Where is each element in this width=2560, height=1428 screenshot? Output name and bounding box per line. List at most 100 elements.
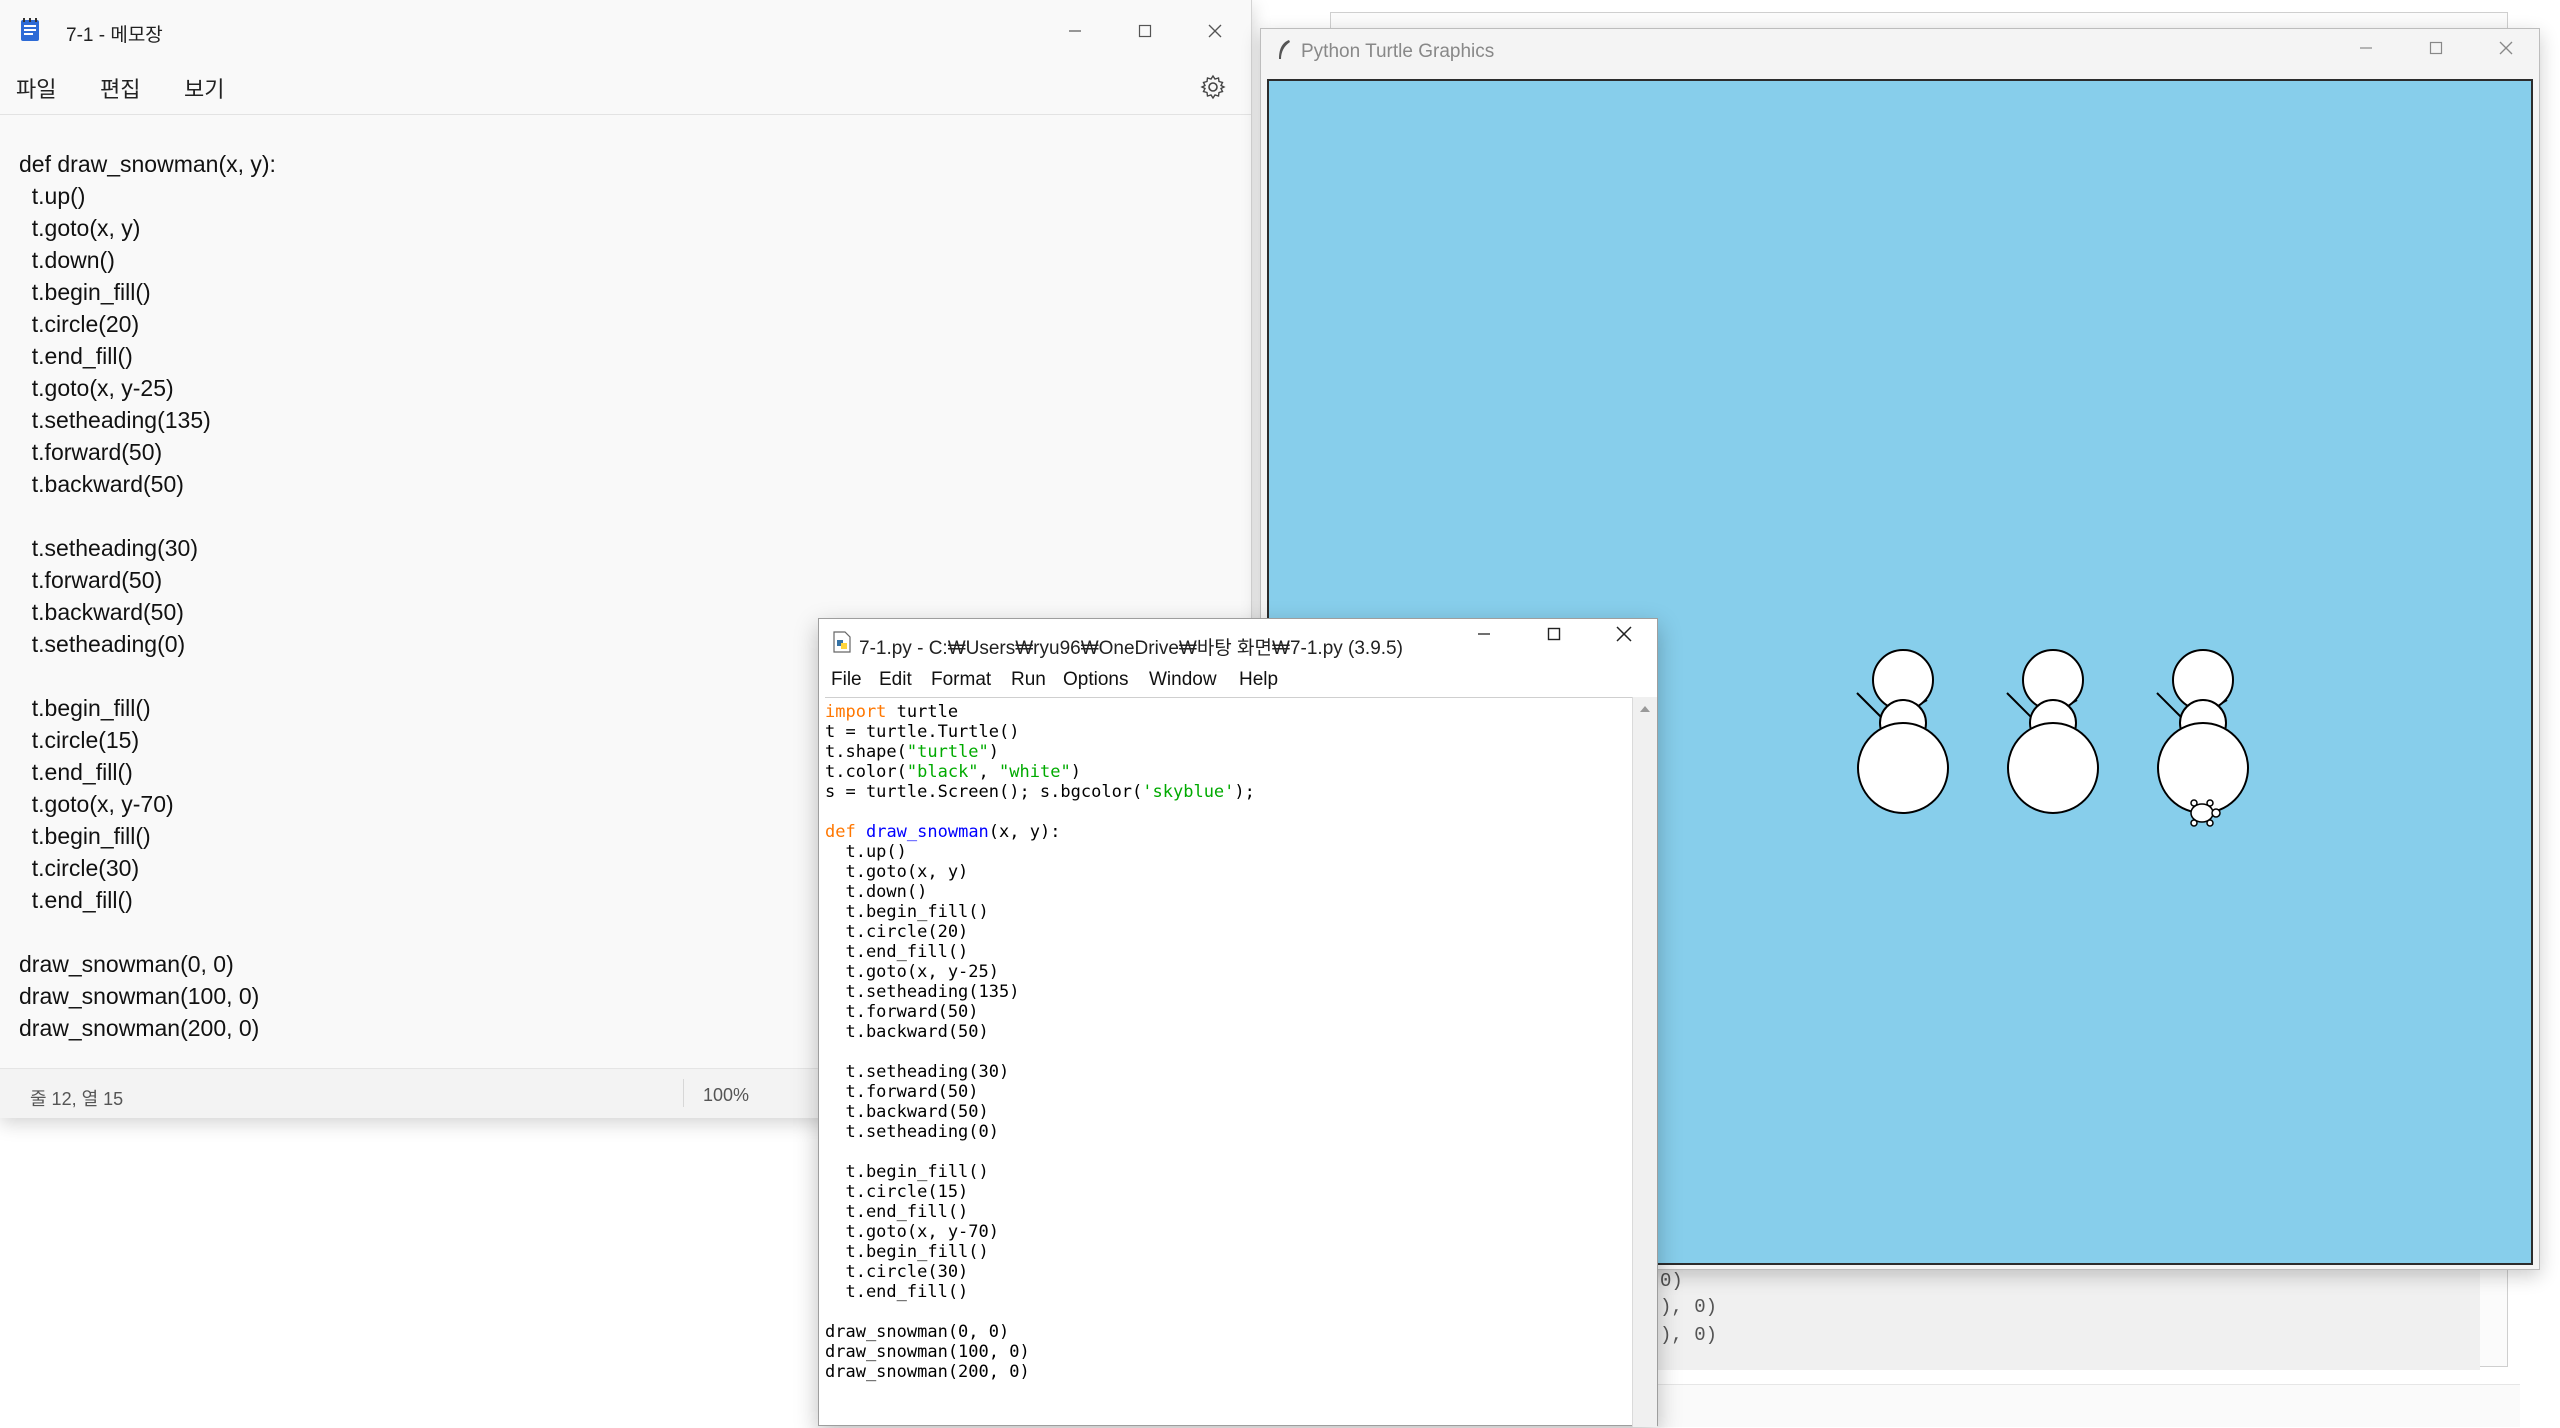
idle-code-line [825, 1142, 1255, 1162]
menu-file[interactable]: 파일 [16, 72, 56, 104]
idle-code-line: t.begin_fill() [825, 1242, 989, 1262]
menu-run[interactable]: Run [1011, 669, 1046, 691]
idle-code-line: t.begin_fill() [825, 1162, 989, 1182]
idle-code-line: t.end_fill() [825, 1282, 969, 1302]
idle-code-line: t.forward(50) [825, 1002, 979, 1022]
notepad-code-line: draw_snowman(0, 0) [19, 951, 234, 977]
snowman-drawing [2006, 649, 2099, 814]
notepad-code-line: t.circle(15) [19, 727, 140, 753]
status-separator [683, 1079, 684, 1107]
idle-close-button[interactable] [1589, 603, 1659, 665]
notepad-code-line: t.forward(50) [19, 439, 163, 465]
idle-code-line: t.up() [825, 842, 907, 862]
notepad-code-line: t.goto(x, y-70) [19, 791, 174, 817]
maximize-icon [2429, 41, 2443, 55]
notepad-title: 7-1 - 메모장 [66, 25, 163, 46]
feather-icon [1275, 39, 1293, 66]
background-code-fragment: ), 0) [1660, 1324, 1718, 1346]
idle-code-line: t.circle(30) [825, 1262, 969, 1282]
menu-file[interactable]: File [831, 669, 862, 691]
idle-window-title: 7-1.py - C:₩Users₩ryu96₩OneDrive₩바탕 화면₩7… [859, 638, 1403, 659]
notepad-minimize-button[interactable] [1040, 0, 1110, 62]
idle-maximize-button[interactable] [1519, 603, 1589, 665]
menu-edit[interactable]: Edit [879, 669, 912, 691]
notepad-code-line: t.begin_fill() [19, 823, 151, 849]
notepad-divider [0, 114, 1251, 115]
notepad-code-line: draw_snowman(200, 0) [19, 1015, 260, 1041]
maximize-icon [1138, 24, 1152, 38]
menu-options[interactable]: Options [1063, 669, 1128, 691]
close-icon [1208, 24, 1222, 38]
notepad-maximize-button[interactable] [1110, 0, 1180, 62]
notepad-code-line: t.goto(x, y-25) [19, 375, 174, 401]
idle-code-line: t.end_fill() [825, 1202, 969, 1222]
minimize-icon [2360, 47, 2372, 49]
notepad-close-button[interactable] [1180, 0, 1250, 62]
turtle-minimize-button[interactable] [2331, 17, 2401, 79]
idle-code-line [825, 802, 1255, 822]
minimize-icon [1069, 30, 1081, 32]
idle-minimize-button[interactable] [1449, 603, 1519, 665]
notepad-code-line: t.goto(x, y) [19, 215, 141, 241]
idle-code-line: draw_snowman(0, 0) [825, 1322, 1010, 1342]
idle-code-line: t.forward(50) [825, 1082, 979, 1102]
notepad-code-line: t.circle(30) [19, 855, 140, 881]
notepad-code-line: t.end_fill() [19, 887, 133, 913]
idle-editor-window: 7-1.py - C:₩Users₩ryu96₩OneDrive₩바탕 화면₩7… [818, 618, 1658, 1428]
notepad-code-line: t.forward(50) [19, 567, 163, 593]
idle-code-editor[interactable]: import turtle t = turtle.Turtle() t.shape(… [825, 697, 1639, 1428]
status-zoom: 100% [703, 1085, 750, 1105]
idle-code-line: t.end_fill() [825, 942, 969, 962]
idle-code-line: t.setheading(135) [825, 982, 1020, 1002]
menu-edit[interactable]: 편집 [100, 72, 140, 104]
scroll-up-arrow-icon [1640, 706, 1650, 712]
turtle-close-button[interactable] [2471, 17, 2541, 79]
idle-code-line [825, 1302, 1255, 1322]
idle-code-line: draw_snowman(200, 0) [825, 1362, 1030, 1382]
idle-code-line: def draw_snowman(x, y): [825, 822, 1061, 842]
minimize-icon [1478, 633, 1490, 635]
notepad-code-line [19, 500, 276, 532]
idle-code-line: t.down() [825, 882, 928, 902]
notepad-code-line: t.setheading(135) [19, 407, 211, 433]
status-cursor-position: 줄 12, 열 15 [30, 1089, 124, 1109]
background-code-fragment: ), 0) [1660, 1296, 1718, 1318]
idle-code-line: t.setheading(0) [825, 1122, 999, 1142]
idle-code-line: t.goto(x, y) [825, 862, 969, 882]
notepad-app-icon [20, 18, 40, 47]
background-window-bottom [1650, 1384, 2520, 1427]
idle-code-text: import turtle t = turtle.Turtle() t.shape(… [825, 702, 1255, 1382]
snowman-drawing [1856, 649, 1949, 814]
idle-code-line: t.goto(x, y-70) [825, 1222, 999, 1242]
notepad-code-line: def draw_snowman(x, y): [19, 151, 276, 177]
notepad-code-line: t.backward(50) [19, 471, 184, 497]
background-code-fragment: 0) [1660, 1270, 1683, 1292]
idle-code-line: t.backward(50) [825, 1022, 989, 1042]
close-icon [2499, 41, 2513, 55]
idle-code-line: import turtle [825, 702, 959, 722]
maximize-icon [1547, 627, 1561, 641]
idle-code-line: t.backward(50) [825, 1102, 989, 1122]
idle-vertical-scrollbar[interactable] [1632, 697, 1657, 1427]
idle-code-line: t.goto(x, y-25) [825, 962, 999, 982]
menu-format[interactable]: Format [931, 669, 991, 691]
notepad-code-line: t.end_fill() [19, 759, 133, 785]
idle-code-line [825, 1042, 1255, 1062]
notepad-text-area[interactable]: def draw_snowman(x, y): t.up() t.goto(x,… [19, 148, 276, 1044]
python-file-icon [833, 631, 851, 658]
menu-view[interactable]: 보기 [184, 72, 224, 104]
idle-code-line: t.setheading(30) [825, 1062, 1010, 1082]
notepad-code-line: t.down() [19, 247, 115, 273]
idle-code-line: draw_snowman(100, 0) [825, 1342, 1030, 1362]
menu-window[interactable]: Window [1149, 669, 1217, 691]
menu-help[interactable]: Help [1239, 669, 1278, 691]
turtle-maximize-button[interactable] [2401, 17, 2471, 79]
notepad-code-line: t.end_fill() [19, 343, 133, 369]
turtle-window-title: Python Turtle Graphics [1301, 41, 1495, 62]
idle-code-line: t.begin_fill() [825, 902, 989, 922]
snowman-drawing [2156, 649, 2249, 814]
idle-code-line: t = turtle.Turtle() [825, 722, 1020, 742]
idle-code-line: t.shape("turtle") [825, 742, 1000, 762]
settings-gear-icon[interactable] [1200, 74, 1226, 105]
notepad-code-line: t.backward(50) [19, 599, 184, 625]
